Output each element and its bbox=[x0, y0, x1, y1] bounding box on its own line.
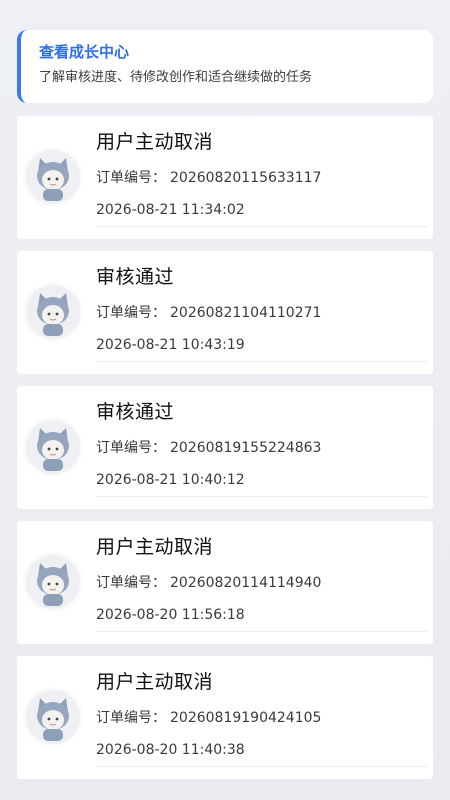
order-number-label: 订单编号： bbox=[96, 710, 166, 726]
order-time: 2026-08-21 10:43:19 bbox=[96, 337, 245, 353]
divider bbox=[96, 361, 427, 362]
order-number-row: 订单编号： 20260819155224863 bbox=[96, 438, 321, 458]
cat-kid-avatar-icon bbox=[26, 150, 80, 204]
order-number-label: 订单编号： bbox=[96, 170, 166, 186]
order-time: 2026-08-20 11:56:18 bbox=[96, 607, 245, 623]
order-number-label: 订单编号： bbox=[96, 305, 166, 321]
order-number: 20260821104110271 bbox=[170, 305, 322, 321]
order-card[interactable]: 用户主动取消 订单编号： 20260820115633117 2026-08-21… bbox=[17, 116, 433, 239]
order-number-label: 订单编号： bbox=[96, 575, 166, 591]
order-status: 用户主动取消 bbox=[96, 536, 214, 558]
order-time: 2026-08-21 10:40:12 bbox=[96, 472, 245, 488]
banner-subtitle: 了解审核进度、待修改创作和适合继续做的任务 bbox=[39, 70, 313, 85]
order-number: 20260819190424105 bbox=[170, 710, 322, 726]
order-time: 2026-08-21 11:34:02 bbox=[96, 202, 245, 218]
order-card[interactable]: 用户主动取消 订单编号： 20260819190424105 2026-08-20… bbox=[17, 656, 433, 779]
cat-kid-avatar-icon bbox=[26, 690, 80, 744]
order-status: 用户主动取消 bbox=[96, 671, 214, 693]
order-card[interactable]: 用户主动取消 订单编号： 20260820114114940 2026-08-20… bbox=[17, 521, 433, 644]
cat-kid-avatar-icon bbox=[26, 555, 80, 609]
order-status: 审核通过 bbox=[96, 266, 175, 288]
cat-kid-avatar-icon bbox=[26, 420, 80, 474]
divider bbox=[96, 631, 427, 632]
order-card[interactable]: 审核通过 订单编号： 20260819155224863 2026-08-21 1… bbox=[17, 386, 433, 509]
order-number: 20260819155224863 bbox=[170, 440, 322, 456]
order-number-row: 订单编号： 20260820114114940 bbox=[96, 573, 321, 593]
divider bbox=[96, 766, 427, 767]
growth-center-banner[interactable]: 查看成长中心 了解审核进度、待修改创作和适合继续做的任务 bbox=[17, 30, 433, 103]
order-card[interactable]: 审核通过 订单编号： 20260821104110271 2026-08-21 1… bbox=[17, 251, 433, 374]
order-number-label: 订单编号： bbox=[96, 440, 166, 456]
banner-title: 查看成长中心 bbox=[39, 43, 130, 61]
order-status: 用户主动取消 bbox=[96, 131, 214, 153]
divider bbox=[96, 226, 427, 227]
order-number: 20260820115633117 bbox=[170, 170, 322, 186]
order-number-row: 订单编号： 20260821104110271 bbox=[96, 303, 321, 323]
order-list: 用户主动取消 订单编号： 20260820115633117 2026-08-21… bbox=[17, 116, 433, 791]
order-number-row: 订单编号： 20260820115633117 bbox=[96, 168, 321, 188]
order-time: 2026-08-20 11:40:38 bbox=[96, 742, 245, 758]
order-number-row: 订单编号： 20260819190424105 bbox=[96, 708, 321, 728]
order-status: 审核通过 bbox=[96, 401, 175, 423]
order-number: 20260820114114940 bbox=[170, 575, 322, 591]
cat-kid-avatar-icon bbox=[26, 285, 80, 339]
divider bbox=[96, 496, 427, 497]
